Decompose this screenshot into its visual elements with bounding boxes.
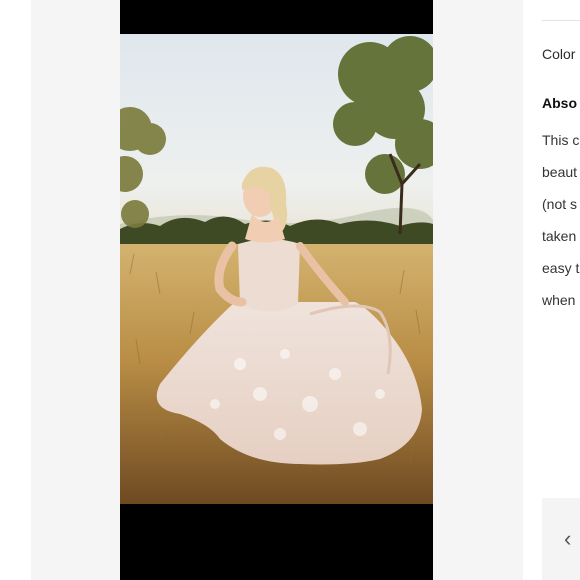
description-line: easy t (542, 260, 580, 276)
image-viewer (31, 0, 523, 580)
description-line: This c (542, 132, 580, 148)
left-gutter (0, 0, 31, 580)
description-line: beaut (542, 164, 578, 180)
product-photo[interactable] (120, 34, 433, 504)
chevron-left-icon: ‹ (564, 526, 572, 551)
divider (542, 20, 580, 21)
color-label: Color (542, 46, 576, 62)
description-line: taken (542, 228, 577, 244)
product-description: This c beaut (not s taken easy t when (542, 130, 579, 322)
section-heading: Abso (542, 95, 577, 111)
description-line: (not s (542, 196, 578, 212)
carousel-prev-button[interactable]: ‹ (542, 498, 580, 580)
product-details-panel: Color Abso This c beaut (not s taken eas… (523, 0, 580, 580)
description-line: when (542, 292, 576, 308)
photo-frame (120, 0, 433, 580)
